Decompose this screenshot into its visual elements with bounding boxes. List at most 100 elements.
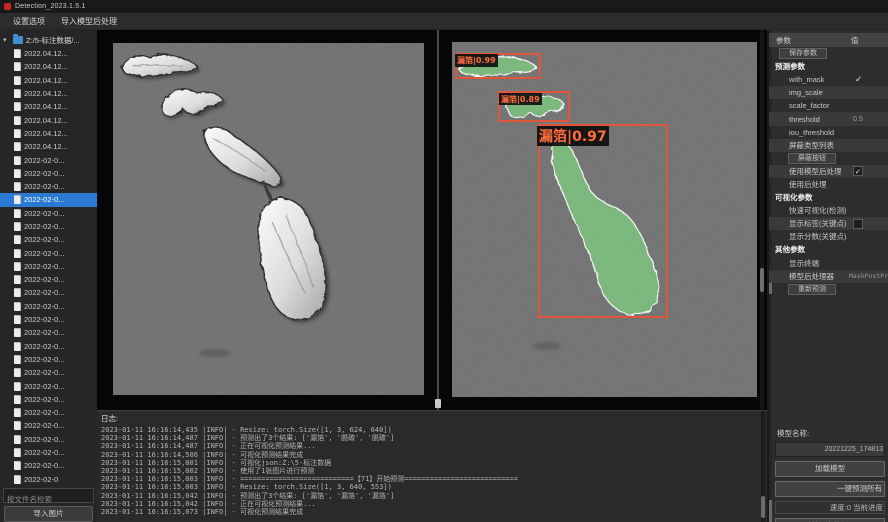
log-line: 2023-01-11 16:16:14,487 |INFO| - 正在可视化预测…	[101, 442, 767, 450]
tree-file-item[interactable]: 2022.04.12...	[0, 140, 97, 153]
predict-all-button[interactable]: 一键预测所有	[775, 481, 885, 497]
log-lines: 2023-01-11 16:16:14,435 |INFO| - Resize:…	[101, 426, 767, 516]
tree-file-item-selected[interactable]: 2022-02-0...	[0, 193, 97, 206]
log-scrollbar-thumb[interactable]	[761, 496, 765, 518]
model-name-field[interactable]: 20221225_174813	[775, 442, 885, 457]
tree-file-item[interactable]: 2022-02-0...	[0, 153, 97, 166]
param-scale-factor[interactable]: scale_factor	[769, 99, 888, 112]
tree-file-item[interactable]: 2022-02-0...	[0, 260, 97, 273]
param-model-postprocessor[interactable]: 模型后处理器 MaskPostPro	[769, 270, 888, 283]
tree-file-item[interactable]: 2022-02-0...	[0, 393, 97, 406]
file-name: 2022.04.12...	[24, 142, 68, 151]
repredict-button[interactable]: 重新预测	[769, 283, 888, 296]
log-scrollbar[interactable]	[761, 411, 765, 522]
file-icon	[14, 328, 21, 337]
tree-file-item[interactable]: 2022-02-0...	[0, 313, 97, 326]
filename-search-input[interactable]	[4, 493, 93, 506]
tree-file-item[interactable]: 2022-02-0...	[0, 406, 97, 419]
file-icon	[14, 195, 21, 204]
param-iou-threshold[interactable]: iou_threshold	[769, 126, 888, 139]
tree-file-item[interactable]: 2022-02-0...	[0, 220, 97, 233]
import-image-button[interactable]: 导入图片	[4, 506, 93, 522]
tree-file-item[interactable]: 2022.04.12...	[0, 87, 97, 100]
param-label: 其他参数	[775, 244, 805, 255]
file-name: 2022-02-0...	[24, 169, 64, 178]
window-title: Detection_2023.1.5.1	[15, 3, 86, 10]
param-label: 使用模型后处理	[789, 166, 842, 177]
image-splitter[interactable]	[437, 30, 439, 410]
file-icon	[14, 76, 21, 85]
param-value	[853, 219, 863, 229]
tree-file-item[interactable]: 2022-02-0...	[0, 340, 97, 353]
tree-file-item[interactable]: 2022.04.12...	[0, 113, 97, 126]
tree-file-item[interactable]: 2022-02-0...	[0, 233, 97, 246]
expand-arrow-icon[interactable]: ▾	[3, 36, 10, 44]
tree-file-item[interactable]: 2022-02-0...	[0, 379, 97, 392]
tree-file-item[interactable]: 2022.04.12...	[0, 100, 97, 113]
file-icon	[14, 475, 21, 484]
tree-file-item[interactable]: 2022-02-0...	[0, 459, 97, 472]
folder-icon	[13, 36, 23, 44]
tree-file-item[interactable]: 2022.04.12...	[0, 60, 97, 73]
tree-file-item[interactable]: 2022-02-0...	[0, 246, 97, 259]
param-show-terminal[interactable]: 显示终端	[769, 257, 888, 270]
param-label: 保存参数	[779, 48, 827, 59]
param-img-scale[interactable]: img_scale	[769, 86, 888, 99]
file-name: 2022-02-0...	[24, 382, 64, 391]
tree-file-item[interactable]: 2022.04.12...	[0, 127, 97, 140]
save-params-button[interactable]: 保存参数	[769, 47, 888, 60]
menu-bar: 设置选项 导入模型后处理	[0, 13, 888, 30]
param-use-postprocess[interactable]: 使用后处理	[769, 178, 888, 191]
param-show-labels[interactable]: 显示标签(关键点)	[769, 217, 888, 230]
tree-file-item[interactable]: 2022-02-0...	[0, 433, 97, 446]
param-fast-visualization[interactable]: 快速可视化(检测)	[769, 204, 888, 217]
tree-file-item[interactable]: 2022-02-0...	[0, 366, 97, 379]
tree-file-item[interactable]: 2022-02-0...	[0, 207, 97, 220]
section-other-params: 其他参数	[769, 243, 888, 256]
file-icon	[14, 315, 21, 324]
tree-file-item[interactable]: 2022-02-0...	[0, 300, 97, 313]
postprocess-settings-button[interactable]: 后处理参数设置	[775, 518, 885, 522]
param-show-scores[interactable]: 显示分数(关键点)	[769, 230, 888, 243]
tree-file-item[interactable]: 2022-02-0...	[0, 167, 97, 180]
param-blocked-type-list[interactable]: 屏蔽类型列表	[769, 139, 888, 152]
log-title: 日志:	[101, 413, 767, 424]
file-name: 2022-02-0...	[24, 315, 64, 324]
splitter-handle[interactable]	[435, 399, 441, 408]
file-icon	[14, 342, 21, 351]
file-list: 2022.04.12... 2022.04.12... 2022.04.12..…	[0, 47, 97, 486]
viewer-scrollbar[interactable]	[760, 30, 764, 410]
raw-image-panel[interactable]	[113, 43, 424, 395]
menu-settings[interactable]: 设置选项	[6, 14, 52, 29]
param-use-model-postprocess[interactable]: 使用模型后处理 ✓	[769, 165, 888, 178]
load-model-button[interactable]: 加载模型	[775, 461, 885, 477]
tree-file-item[interactable]: 2022-02-0...	[0, 273, 97, 286]
file-name: 2022-02-0...	[24, 342, 64, 351]
tree-file-item[interactable]: 2022-02-0...	[0, 326, 97, 339]
file-icon	[14, 116, 21, 125]
param-label: iou_threshold	[789, 128, 834, 137]
file-name: 2022-02-0...	[24, 408, 64, 417]
block-button[interactable]: 屏蔽按钮	[769, 152, 888, 165]
tree-file-item[interactable]: 2022.04.12...	[0, 74, 97, 87]
section-prediction-params: 预测参数	[769, 60, 888, 73]
file-name: 2022-02-0...	[24, 222, 64, 231]
tree-file-item[interactable]: 2022-02-0...	[0, 446, 97, 459]
file-icon	[14, 182, 21, 191]
menu-import-model-postprocess[interactable]: 导入模型后处理	[54, 14, 124, 29]
detection-label-3: 漏箔|0.97	[537, 126, 609, 146]
param-with-mask[interactable]: with_mask ✓	[769, 73, 888, 86]
tree-file-item[interactable]: 2022-02-0...	[0, 353, 97, 366]
tree-file-item[interactable]: 2022-02-0...	[0, 286, 97, 299]
tree-file-item[interactable]: 2022-02-0	[0, 473, 97, 486]
progress-status: 速度:0 当前进度	[775, 501, 885, 514]
file-icon	[14, 102, 21, 111]
param-label: 显示分数(关键点)	[789, 231, 847, 242]
tree-root[interactable]: ▾ Z:/5-标注数据/...	[0, 33, 97, 47]
tree-file-item[interactable]: 2022-02-0...	[0, 419, 97, 432]
param-threshold[interactable]: threshold 0.5	[769, 112, 888, 125]
viewer-scrollbar-thumb[interactable]	[760, 268, 764, 292]
log-pane: 日志: 2023-01-11 16:16:14,435 |INFO| - Res…	[97, 410, 767, 522]
tree-file-item[interactable]: 2022.04.12...	[0, 47, 97, 60]
tree-file-item[interactable]: 2022-02-0...	[0, 180, 97, 193]
